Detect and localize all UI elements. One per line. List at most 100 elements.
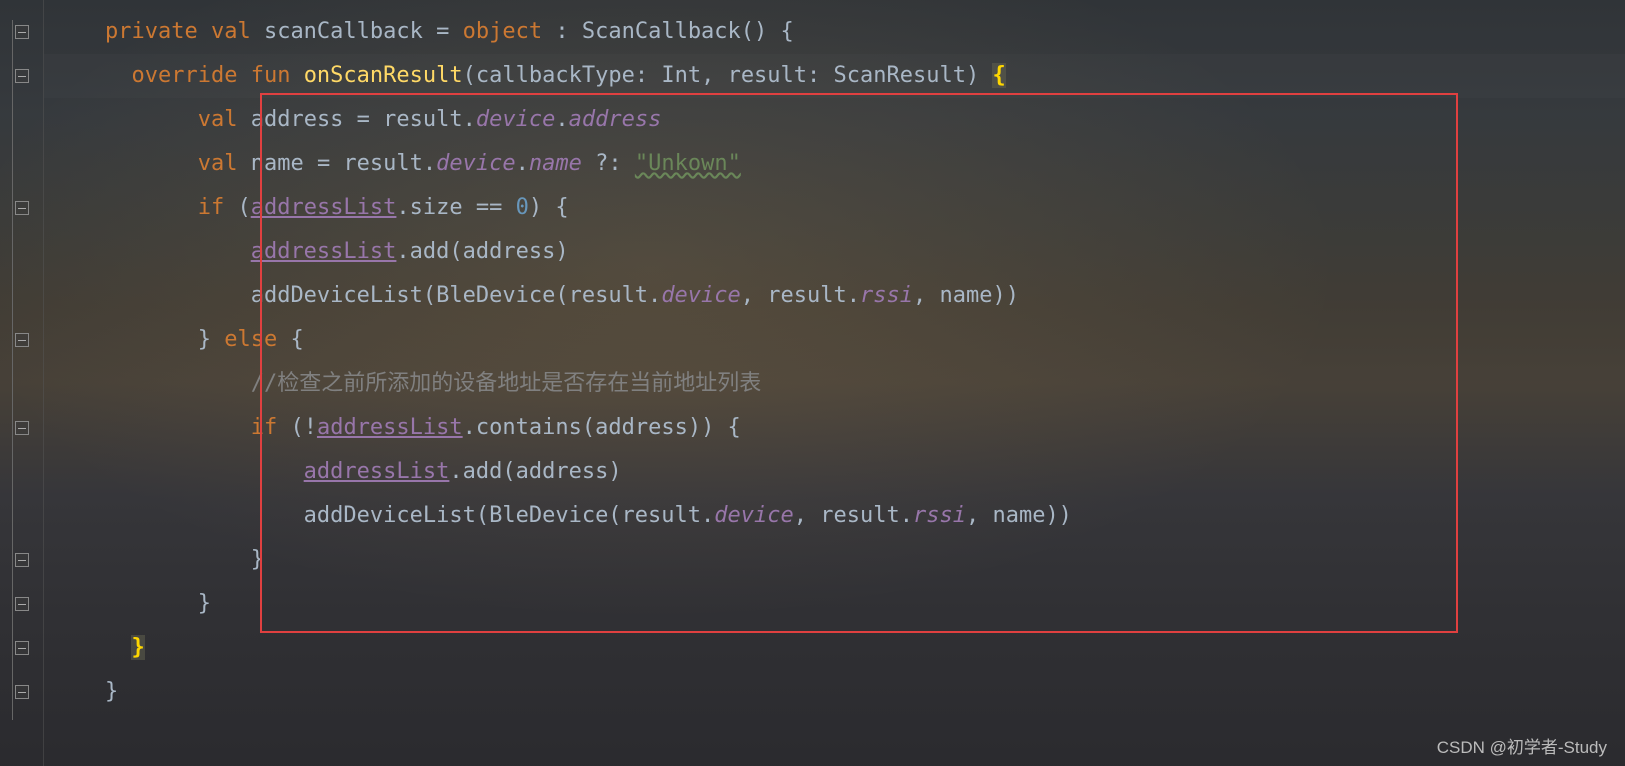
function-name: onScanResult	[304, 63, 463, 88]
fold-icon[interactable]	[6, 10, 38, 54]
comment: //检查之前所添加的设备地址是否存在当前地址列表	[251, 371, 762, 396]
code-text: , name))	[913, 283, 1019, 308]
brace: {	[781, 19, 794, 44]
property: rssi	[860, 283, 913, 308]
indent	[52, 151, 158, 176]
string-literal: "Unkown"	[635, 151, 741, 176]
fold-icon[interactable]	[6, 582, 38, 626]
code-text: .add(address)	[396, 239, 568, 264]
keyword: val	[198, 107, 238, 132]
param: (callbackType:	[463, 63, 662, 88]
code-line[interactable]: if (!addressList.contains(address)) {	[52, 406, 1625, 450]
code-text: .contains(address)) {	[463, 415, 741, 440]
brace: }	[251, 547, 264, 572]
keyword: val	[211, 19, 251, 44]
code-text: , result.	[794, 503, 913, 528]
fold-icon[interactable]	[6, 318, 38, 362]
field-ref: addressList	[304, 459, 450, 484]
code-text: , name))	[966, 503, 1072, 528]
code-line[interactable]: addDeviceList(BleDevice(result.device, r…	[52, 274, 1625, 318]
indent	[52, 503, 264, 528]
watermark: CSDN @初学者-Study	[1437, 733, 1607, 758]
code-text: (!	[277, 415, 317, 440]
fold-icon[interactable]	[6, 54, 38, 98]
field-ref: addressList	[317, 415, 463, 440]
indent	[52, 283, 211, 308]
field-ref: addressList	[251, 195, 397, 220]
elvis-op: ?:	[582, 151, 635, 176]
keyword: val	[198, 151, 238, 176]
code-text: {	[277, 327, 304, 352]
code-line[interactable]: if (addressList.size == 0) {	[52, 186, 1625, 230]
code-line[interactable]: addressList.add(address)	[52, 230, 1625, 274]
code-line[interactable]: addDeviceList(BleDevice(result.device, r…	[52, 494, 1625, 538]
type: ScanResult	[834, 63, 966, 88]
property: rssi	[913, 503, 966, 528]
code-line[interactable]: //检查之前所添加的设备地址是否存在当前地址列表	[52, 362, 1625, 406]
fold-icon[interactable]	[6, 186, 38, 230]
indent	[52, 239, 211, 264]
code-line[interactable]: override fun onScanResult(callbackType: …	[52, 54, 1625, 98]
code-text: address = result.	[237, 107, 475, 132]
code-content[interactable]: private val scanCallback = object : Scan…	[44, 0, 1625, 766]
code-line[interactable]: }	[52, 582, 1625, 626]
number: 0	[516, 195, 529, 220]
type: ScanCallback()	[569, 19, 781, 44]
keyword: private	[105, 19, 198, 44]
code-text: }	[198, 327, 225, 352]
code-line[interactable]: val address = result.device.address	[52, 98, 1625, 142]
keyword: object	[449, 19, 555, 44]
gutter[interactable]	[0, 0, 44, 766]
indent	[52, 591, 158, 616]
property: device	[661, 283, 740, 308]
indent	[52, 635, 105, 660]
keyword: if	[251, 415, 278, 440]
code-line[interactable]: addressList.add(address)	[52, 450, 1625, 494]
indent	[52, 195, 158, 220]
fold-icon[interactable]	[6, 626, 38, 670]
punct: :	[555, 19, 568, 44]
indent	[52, 63, 105, 88]
keyword: override	[131, 63, 237, 88]
fold-icon[interactable]	[6, 406, 38, 450]
code-line[interactable]: private val scanCallback = object : Scan…	[52, 10, 1625, 54]
fold-icon[interactable]	[6, 670, 38, 714]
keyword: else	[224, 327, 277, 352]
indent	[52, 107, 158, 132]
field-ref: addressList	[251, 239, 397, 264]
code-line[interactable]: }	[52, 670, 1625, 714]
property: device	[714, 503, 793, 528]
indent	[52, 371, 211, 396]
property: device	[476, 107, 555, 132]
indent	[52, 459, 264, 484]
code-line[interactable]: }	[52, 538, 1625, 582]
code-text: , result.	[741, 283, 860, 308]
property: name	[529, 151, 582, 176]
code-text: name = result.	[237, 151, 436, 176]
code-text: .size ==	[396, 195, 515, 220]
code-text: ) {	[529, 195, 569, 220]
code-text: .add(address)	[449, 459, 621, 484]
brace: }	[105, 679, 118, 704]
code-text: addDeviceList(BleDevice(result.	[304, 503, 715, 528]
identifier: scanCallback	[251, 19, 436, 44]
dot: .	[555, 107, 568, 132]
keyword: if	[198, 195, 225, 220]
keyword: fun	[237, 63, 303, 88]
code-text: (	[224, 195, 251, 220]
code-line[interactable]: val name = result.device.name ?: "Unkown…	[52, 142, 1625, 186]
code-editor[interactable]: private val scanCallback = object : Scan…	[0, 0, 1625, 766]
property: address	[569, 107, 662, 132]
dot: .	[516, 151, 529, 176]
param: )	[966, 63, 993, 88]
code-line[interactable]: }	[52, 626, 1625, 670]
fold-icon[interactable]	[6, 538, 38, 582]
indent	[52, 547, 211, 572]
operator: =	[436, 19, 449, 44]
param: , result:	[701, 63, 833, 88]
indent	[52, 327, 158, 352]
brace: }	[198, 591, 211, 616]
code-line[interactable]: } else {	[52, 318, 1625, 362]
brace-close-matched: }	[131, 635, 144, 660]
code-text: addDeviceList(BleDevice(result.	[251, 283, 662, 308]
